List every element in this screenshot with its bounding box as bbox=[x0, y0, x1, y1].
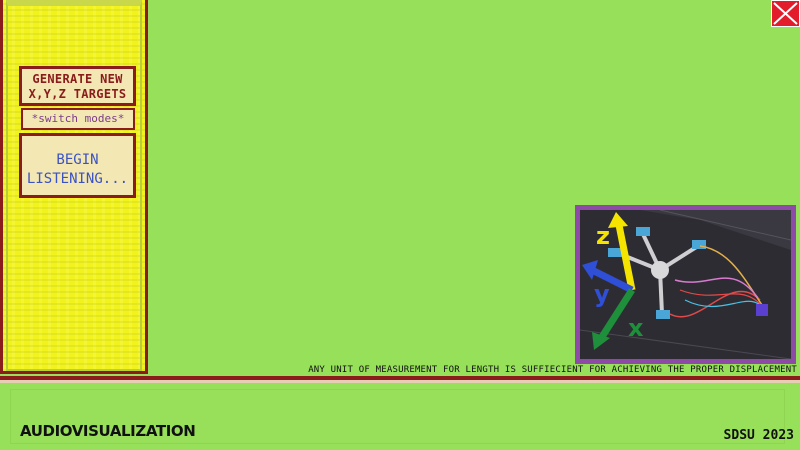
credit-label: SDSU 2023 bbox=[723, 428, 794, 443]
microphone-array-photo: z y x bbox=[580, 210, 791, 359]
axis-diagram-frame: z y x bbox=[575, 205, 796, 364]
bottom-divider-highlight bbox=[0, 380, 800, 383]
generate-button-line2: X,Y,Z TARGETS bbox=[28, 87, 127, 101]
generate-button-line1: GENERATE NEW bbox=[32, 72, 123, 86]
z-axis-label: z bbox=[596, 222, 610, 250]
x-axis-label: x bbox=[628, 314, 644, 342]
listen-button-line2: LISTENING... bbox=[26, 171, 129, 187]
close-button[interactable] bbox=[771, 0, 800, 27]
app-window: GENERATE NEW X,Y,Z TARGETS *switch modes… bbox=[0, 0, 800, 450]
y-axis-label: y bbox=[594, 280, 610, 308]
begin-listening-button[interactable]: BEGIN LISTENING... bbox=[19, 133, 136, 198]
switch-modes-button[interactable]: *switch modes* bbox=[21, 108, 135, 130]
close-x-icon bbox=[773, 2, 798, 25]
visualization-title: AUDIOVISUALIZATION bbox=[20, 422, 196, 440]
measurement-note: ANY UNIT OF MEASUREMENT FOR LENGTH IS SU… bbox=[308, 365, 797, 375]
axis-diagram-svg: z y x bbox=[580, 210, 791, 359]
listen-button-line1: BEGIN bbox=[56, 152, 99, 168]
generate-targets-button[interactable]: GENERATE NEW X,Y,Z TARGETS bbox=[19, 66, 136, 106]
